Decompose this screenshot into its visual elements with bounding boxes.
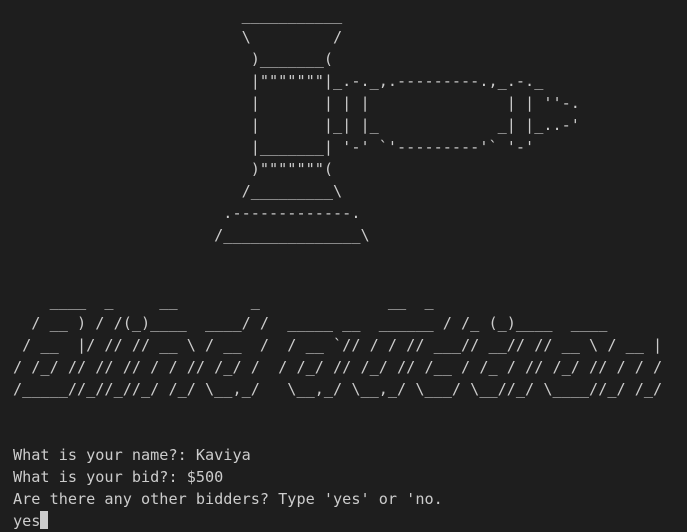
input-line[interactable]: yes: [13, 510, 687, 532]
text-cursor: [40, 511, 49, 529]
other-bidders-prompt-line: Are there any other bidders? Type 'yes' …: [13, 490, 443, 508]
terminal-window[interactable]: ___________ \ / )_______( |"""""""|_.-._…: [0, 0, 687, 530]
name-prompt-line: What is your name?: Kaviya: [13, 446, 251, 464]
bid-prompt-line: What is your bid?: $500: [13, 468, 224, 486]
gavel-ascii-art: ___________ \ / )_______( |"""""""|_.-._…: [214, 6, 580, 244]
terminal-output: What is your name?: Kaviya What is your …: [13, 444, 687, 532]
blind-auction-ascii-title: ____ _ __ _ __ _ / __ ) / /(_)____ ____/…: [13, 292, 663, 398]
user-input-text: yes: [13, 512, 41, 530]
